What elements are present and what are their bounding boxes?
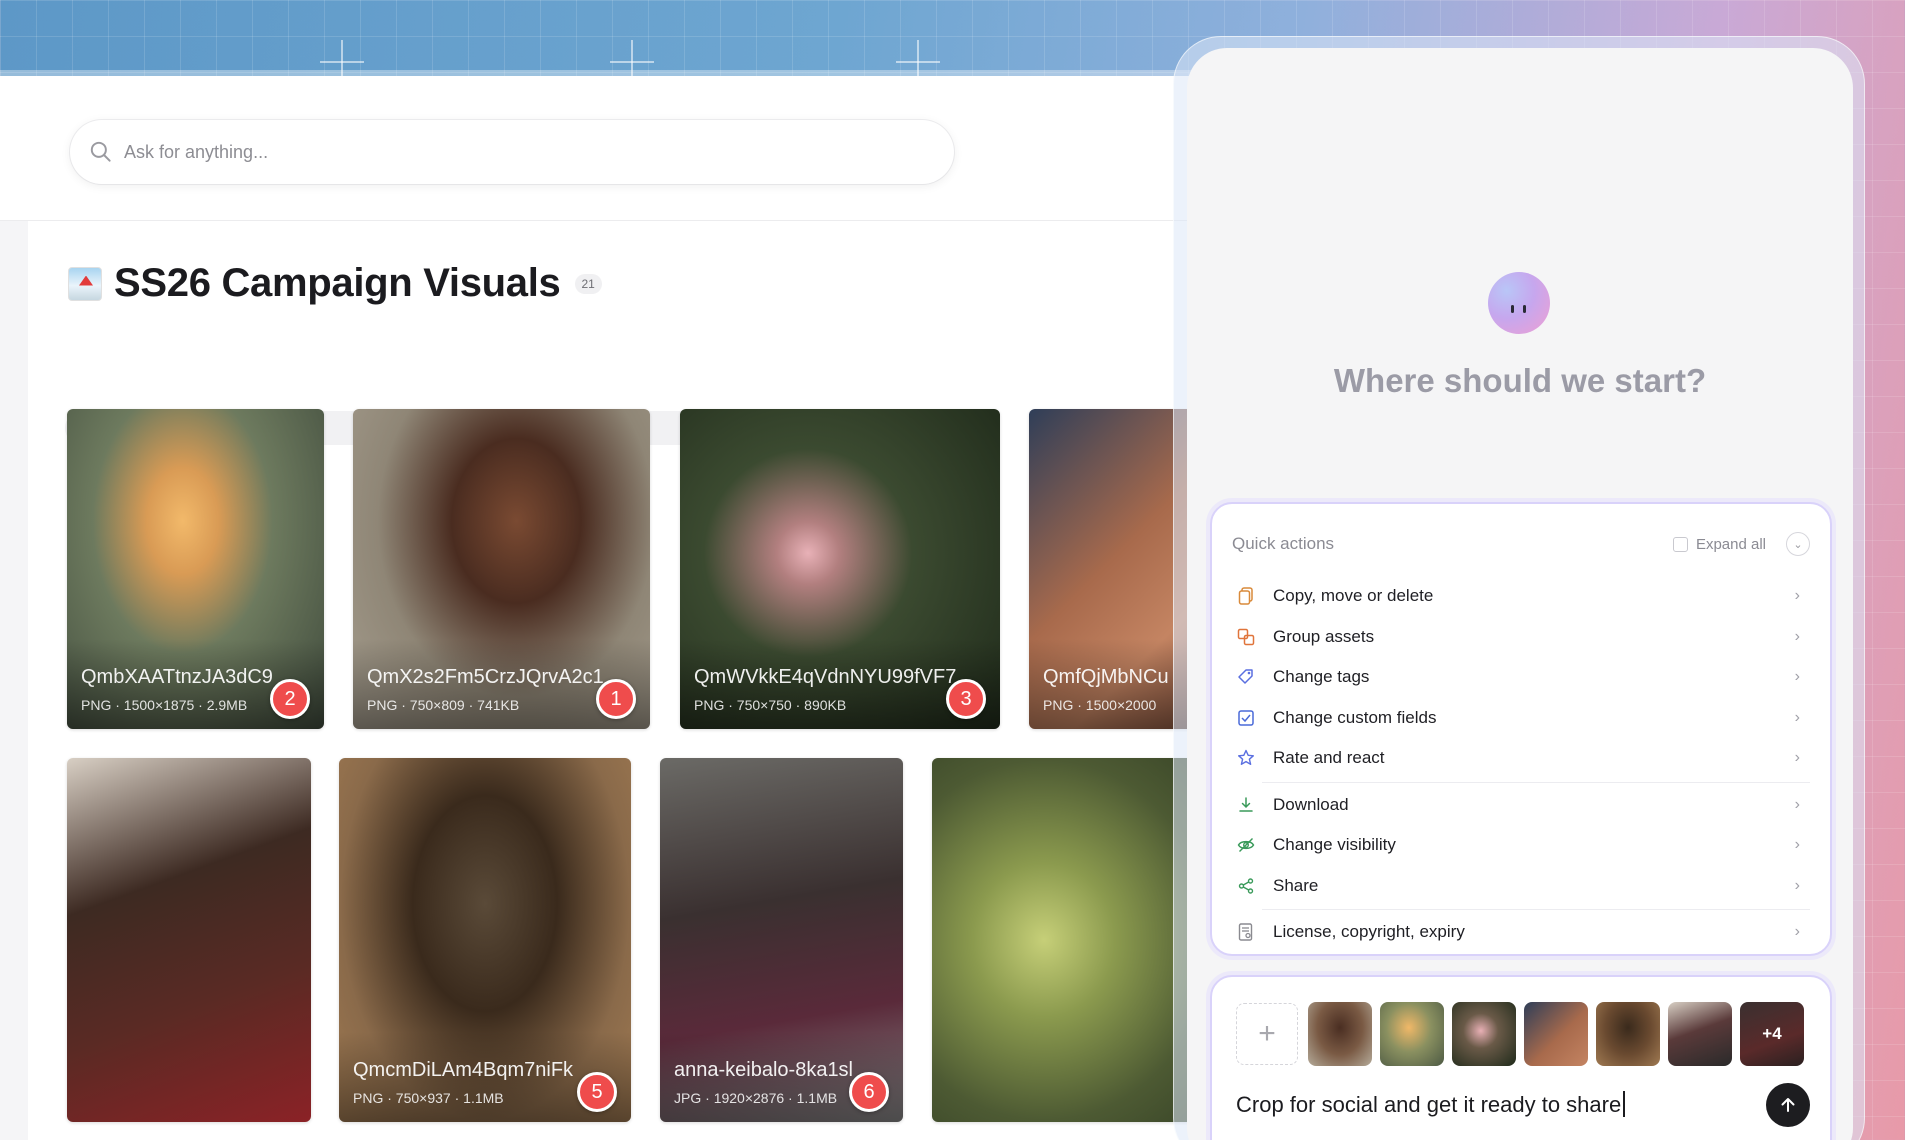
asset-meta: JPG · 1920×2876 · 1.1MB xyxy=(674,1090,838,1106)
quick-action-group-assets[interactable]: Group assets › xyxy=(1232,617,1810,658)
quick-action-change-tags[interactable]: Change tags › xyxy=(1232,657,1810,698)
collapse-button[interactable]: ⌄ xyxy=(1786,532,1810,556)
selection-order-badge: 1 xyxy=(596,679,636,719)
chevron-right-icon: › xyxy=(1794,923,1800,941)
message-input[interactable]: Crop for social and get it ready to shar… xyxy=(1236,1091,1626,1118)
share-icon xyxy=(1237,877,1255,895)
asset-count-badge: 21 xyxy=(574,273,602,294)
divider xyxy=(1262,909,1810,910)
asset-card[interactable] xyxy=(932,758,1205,1122)
asset-name: QmcmDiLAm4Bqm7niFk xyxy=(353,1059,574,1081)
app-window: SS26 Campaign Visuals 21 QmbXAATtnzJA3dC… xyxy=(0,76,1205,1140)
checkbox-icon xyxy=(1237,709,1255,727)
asset-card[interactable]: QmX2s2Fm5CrzJQrvA2c1 PNG · 750×809 · 741… xyxy=(353,409,650,729)
asset-card[interactable]: QmcmDiLAm4Bqm7niFk PNG · 750×937 · 1.1MB… xyxy=(339,758,631,1122)
side-strip xyxy=(0,221,28,1140)
selection-order-badge: 6 xyxy=(849,1072,889,1112)
quick-action-share[interactable]: Share › xyxy=(1232,866,1810,907)
expand-all-label: Expand all xyxy=(1695,535,1766,553)
quick-action-change-custom-fields[interactable]: Change custom fields › xyxy=(1232,698,1810,739)
arrow-up-icon xyxy=(1781,1098,1795,1112)
page-title: SS26 Campaign Visuals xyxy=(114,261,561,305)
assistant-mascot xyxy=(1488,272,1550,334)
quick-action-change-visibility[interactable]: Change visibility › xyxy=(1232,825,1810,866)
send-button[interactable] xyxy=(1766,1083,1810,1127)
quick-actions-title: Quick actions xyxy=(1232,534,1335,553)
quick-action-download[interactable]: Download › xyxy=(1232,785,1810,826)
expand-all-toggle[interactable]: Expand all xyxy=(1672,535,1766,553)
attached-asset-thumbnail[interactable] xyxy=(1452,1002,1516,1066)
quick-action-copy-move-delete[interactable]: Copy, move or delete › xyxy=(1232,576,1810,617)
attached-asset-thumbnail[interactable] xyxy=(1308,1002,1372,1066)
search-bar[interactable] xyxy=(70,120,954,184)
asset-card[interactable] xyxy=(67,758,311,1122)
app-header xyxy=(0,76,1205,221)
chevron-right-icon: › xyxy=(1794,587,1800,605)
attached-asset-thumbnail[interactable] xyxy=(1596,1002,1660,1066)
chevron-right-icon: › xyxy=(1794,627,1800,645)
asset-meta: PNG · 750×750 · 890KB xyxy=(694,697,847,713)
tag-icon xyxy=(1237,668,1255,686)
search-input[interactable] xyxy=(124,141,904,163)
search-icon xyxy=(90,141,111,162)
asset-name: QmWVkkE4qVdnNYU99fVF7 xyxy=(694,666,957,688)
copy-icon xyxy=(1237,587,1255,605)
text-caret xyxy=(1623,1091,1626,1117)
quick-action-rate-and-react[interactable]: Rate and react › xyxy=(1232,738,1810,779)
asset-meta: PNG · 750×809 · 741KB xyxy=(367,697,520,713)
chevron-down-icon: ⌄ xyxy=(1793,538,1803,551)
divider xyxy=(1262,781,1810,783)
collection-thumbnail xyxy=(68,266,102,301)
asset-name: QmfQjMbNCu xyxy=(1043,666,1169,688)
eye-off-icon xyxy=(1237,836,1255,854)
expand-all-checkbox[interactable] xyxy=(1672,536,1688,552)
asset-meta: PNG · 1500×2000 xyxy=(1043,697,1157,713)
quick-action-license[interactable]: License, copyright, expiry › xyxy=(1232,912,1810,953)
add-attachment-button[interactable]: + xyxy=(1236,1003,1298,1065)
asset-meta: PNG · 1500×1875 · 2.9MB xyxy=(81,697,248,713)
selection-order-badge: 2 xyxy=(270,679,310,719)
asset-card[interactable]: QmbXAATtnzJA3dC9 PNG · 1500×1875 · 2.9MB… xyxy=(67,409,324,729)
star-icon xyxy=(1237,749,1255,767)
quick-actions-card: Quick actions Expand all ⌄ Copy, move or… xyxy=(1210,502,1832,956)
plus-icon: + xyxy=(1258,1017,1276,1050)
chevron-right-icon: › xyxy=(1794,836,1800,854)
asset-meta: PNG · 750×937 · 1.1MB xyxy=(353,1090,504,1106)
chevron-right-icon: › xyxy=(1794,708,1800,726)
asset-card[interactable]: QmWVkkE4qVdnNYU99fVF7 PNG · 750×750 · 89… xyxy=(680,409,1000,729)
more-attachments-count: +4 xyxy=(1762,1024,1782,1043)
chevron-right-icon: › xyxy=(1794,876,1800,894)
selection-order-badge: 3 xyxy=(946,679,986,719)
chevron-right-icon: › xyxy=(1794,749,1800,767)
chevron-right-icon: › xyxy=(1794,668,1800,686)
collection-header: SS26 Campaign Visuals 21 xyxy=(68,261,602,306)
group-icon xyxy=(1237,628,1255,646)
selection-order-badge: 5 xyxy=(577,1072,617,1112)
assistant-prompt-title: Where should we start? xyxy=(1333,362,1707,399)
attached-asset-thumbnail[interactable] xyxy=(1668,1002,1732,1066)
attached-asset-thumbnail[interactable] xyxy=(1524,1002,1588,1066)
license-icon xyxy=(1237,923,1255,941)
download-icon xyxy=(1237,796,1255,814)
asset-name: anna-keibalo-8ka1sl xyxy=(674,1059,854,1081)
attached-asset-thumbnail[interactable] xyxy=(1380,1002,1444,1066)
more-attachments-thumbnail[interactable]: +4 xyxy=(1740,1002,1804,1066)
chat-composer: + +4 Crop for social and get it ready to… xyxy=(1210,975,1832,1140)
asset-card[interactable]: anna-keibalo-8ka1sl JPG · 1920×2876 · 1.… xyxy=(660,758,903,1122)
asset-name: QmbXAATtnzJA3dC9 xyxy=(81,666,273,688)
asset-name: QmX2s2Fm5CrzJQrvA2c1 xyxy=(367,666,604,688)
chevron-right-icon: › xyxy=(1794,795,1800,813)
